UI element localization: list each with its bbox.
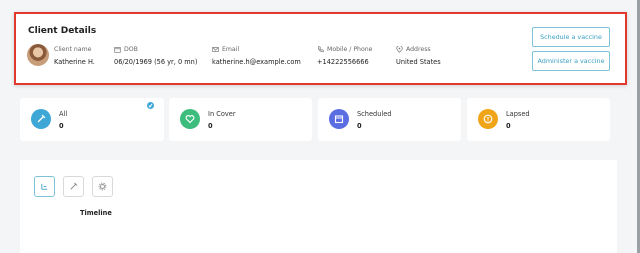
client-name-field: Client name Katherine H. xyxy=(54,46,95,66)
mail-icon xyxy=(212,47,219,52)
calendar-icon xyxy=(329,109,349,129)
email-label: Email xyxy=(222,46,240,53)
phone-value: +14222556666 xyxy=(317,58,369,66)
address-value: United States xyxy=(396,58,441,66)
stat-card-in-cover[interactable]: In Cover 0 xyxy=(169,98,312,141)
avatar xyxy=(27,44,49,66)
alert-icon xyxy=(478,109,498,129)
dob-field: DOB 06/20/1969 (56 yr, 0 mn) xyxy=(114,46,197,66)
stat-label-in-cover: In Cover xyxy=(208,110,236,118)
address-label: Address xyxy=(406,46,431,53)
phone-field: Mobile / Phone +14222556666 xyxy=(317,46,372,66)
vaccine-view-button[interactable] xyxy=(63,176,84,197)
stat-count-all: 0 xyxy=(59,122,64,130)
dob-label: DOB xyxy=(124,46,138,53)
check-icon xyxy=(147,102,154,109)
email-value: katherine.h@example.com xyxy=(212,58,301,66)
timeline-icon xyxy=(41,183,48,190)
heart-icon xyxy=(180,109,200,129)
stat-card-lapsed[interactable]: Lapsed 0 xyxy=(467,98,610,141)
gear-icon xyxy=(98,182,107,191)
syringe-icon xyxy=(31,109,51,129)
client-name-value: Katherine H. xyxy=(54,58,95,66)
stat-card-scheduled[interactable]: Scheduled 0 xyxy=(318,98,461,141)
stat-count-in-cover: 0 xyxy=(208,122,213,130)
email-field: Email katherine.h@example.com xyxy=(212,46,301,66)
phone-label: Mobile / Phone xyxy=(327,46,373,53)
phone-icon xyxy=(318,46,324,53)
address-field: Address United States xyxy=(396,46,441,66)
client-details-title: Client Details xyxy=(28,26,97,36)
settings-button[interactable] xyxy=(92,176,113,197)
stat-card-all[interactable]: All 0 xyxy=(20,98,164,141)
stat-label-all: All xyxy=(59,110,68,118)
timeline-view-button[interactable] xyxy=(34,176,55,197)
client-name-label: Client name xyxy=(54,46,92,53)
dob-value: 06/20/1969 (56 yr, 0 mn) xyxy=(114,58,198,66)
location-pin-icon xyxy=(396,46,403,53)
timeline-panel: Timeline xyxy=(20,160,617,253)
stat-label-lapsed: Lapsed xyxy=(506,110,530,118)
administer-vaccine-button[interactable]: Administer a vaccine xyxy=(532,51,610,71)
client-details-card: Client Details Client name Katherine H. … xyxy=(14,12,627,85)
timeline-label: Timeline xyxy=(80,209,112,217)
calendar-icon xyxy=(114,47,121,53)
schedule-vaccine-button[interactable]: Schedule a vaccine xyxy=(532,27,610,47)
syringe-icon xyxy=(70,182,78,190)
stat-label-scheduled: Scheduled xyxy=(357,110,392,118)
stat-count-lapsed: 0 xyxy=(506,122,511,130)
stat-count-scheduled: 0 xyxy=(357,122,362,130)
